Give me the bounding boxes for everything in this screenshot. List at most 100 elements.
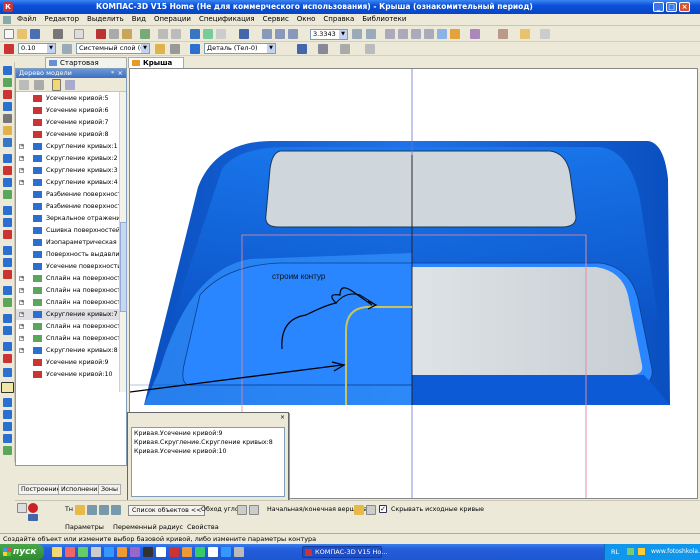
curve-on-surface-icon[interactable] — [3, 206, 12, 215]
projection-icon[interactable] — [3, 218, 12, 227]
tab-roof[interactable]: Крыша — [128, 57, 184, 68]
undo-icon[interactable] — [158, 29, 168, 39]
tree-structure-icon[interactable] — [52, 79, 61, 91]
polyline-icon[interactable] — [3, 190, 12, 199]
properties-icon[interactable] — [140, 29, 150, 39]
zoom-out-icon[interactable] — [288, 29, 298, 39]
expand-icon[interactable]: + — [19, 156, 24, 161]
tree-item[interactable]: Зеркальное отражение — [16, 213, 120, 224]
stop-icon[interactable] — [28, 503, 38, 513]
rotate-icon[interactable] — [366, 29, 376, 39]
zoom-window-icon[interactable] — [262, 29, 272, 39]
menu-help[interactable]: Справка — [319, 14, 358, 23]
maximize-button[interactable]: □ — [666, 2, 677, 12]
shaded-icon[interactable] — [437, 29, 447, 39]
tree-item[interactable]: + Скругление кривых:1 — [16, 141, 120, 152]
tray-icon-2[interactable] — [638, 548, 645, 555]
tree-item[interactable]: + Скругление кривых:7 — [16, 309, 120, 320]
perspective-icon[interactable] — [470, 29, 480, 39]
pan-icon[interactable] — [352, 29, 362, 39]
measure-tool-icon[interactable] — [3, 126, 12, 135]
quicklaunch-app-icon[interactable] — [65, 547, 75, 557]
select-mode-icon[interactable] — [75, 505, 85, 515]
expand-icon[interactable]: + — [19, 300, 24, 305]
filter-icon[interactable] — [498, 29, 508, 39]
tree-item[interactable]: Разбиение поверхности — [16, 201, 120, 212]
tree-item[interactable]: + Скругление кривых:3 — [16, 165, 120, 176]
menu-specification[interactable]: Спецификация — [195, 14, 259, 23]
pin-icon[interactable]: ᵠ — [111, 69, 114, 78]
list-item[interactable]: Кривая.Скругление.Скругление кривых:8 — [134, 439, 273, 446]
connect-icon[interactable] — [3, 354, 12, 363]
list-item[interactable]: Кривая.Усечение кривой:9 — [134, 430, 222, 437]
isoparametric-icon[interactable] — [3, 326, 12, 335]
spline-icon[interactable] — [3, 166, 12, 175]
minimize-button[interactable]: _ — [653, 2, 664, 12]
contour-icon[interactable] — [3, 368, 12, 377]
orientation-icon[interactable] — [297, 44, 307, 54]
extend-curve-icon[interactable] — [3, 270, 12, 279]
zoom-in-icon[interactable] — [275, 29, 285, 39]
shaded-edges-icon[interactable] — [450, 29, 460, 39]
tree-item[interactable]: + Сплайн на поверхности — [16, 297, 120, 308]
grid-icon[interactable] — [540, 29, 550, 39]
expand-icon[interactable]: + — [19, 288, 24, 293]
tree-item[interactable]: Усечение кривой:6 — [16, 105, 120, 116]
document-icon[interactable] — [3, 16, 11, 24]
helix-icon[interactable] — [3, 178, 12, 187]
tree-scrollbar[interactable] — [119, 92, 127, 392]
tab-properties[interactable]: Свойства — [177, 522, 219, 532]
tree-view-icon[interactable] — [19, 80, 29, 90]
color-icon[interactable] — [4, 44, 14, 54]
tree-item[interactable]: + Сплайн на поверхности — [16, 333, 120, 344]
intersection-icon[interactable] — [3, 230, 12, 239]
tree-item[interactable]: Изопараметрическая кр — [16, 237, 120, 248]
variables-icon[interactable] — [216, 29, 226, 39]
list-item[interactable]: Кривая.Усечение кривой:10 — [134, 448, 226, 455]
direction-icon[interactable] — [111, 505, 121, 515]
offset-curve-icon[interactable] — [3, 314, 12, 323]
roof-base-right[interactable] — [412, 375, 670, 405]
tab-variable-radius[interactable]: Переменный радиус — [103, 522, 183, 532]
object-list-button[interactable]: Список объектов << — [128, 505, 206, 516]
expand-icon[interactable]: + — [19, 180, 24, 185]
bridge-curve-icon[interactable] — [3, 342, 12, 351]
break-curve-icon[interactable] — [3, 286, 12, 295]
menu-service[interactable]: Сервис — [259, 14, 293, 23]
expand-icon[interactable]: + — [19, 168, 24, 173]
tree-item[interactable]: Сшивка поверхностей:3 — [16, 225, 120, 236]
tree-filter-icon[interactable] — [65, 80, 75, 90]
object-list-popup[interactable]: × Кривая.Усечение кривой:9 Кривая.Скругл… — [127, 412, 289, 502]
quicklaunch-app-icon-2[interactable] — [91, 547, 101, 557]
surfaces-tool-icon[interactable] — [3, 78, 12, 87]
tree-item[interactable]: Поверхность выдавлив — [16, 249, 120, 260]
print-icon[interactable] — [53, 29, 63, 39]
start-button[interactable]: пуск — [0, 544, 44, 560]
tree-item[interactable]: + Сплайн на поверхности — [16, 273, 120, 284]
surface-trim-icon[interactable] — [3, 410, 12, 419]
quicklaunch-app-icon-11[interactable] — [208, 547, 218, 557]
wireframe-icon[interactable] — [411, 29, 421, 39]
tree-item[interactable]: + Скругление кривых:8 — [16, 345, 120, 356]
quicklaunch-app-icon-9[interactable] — [182, 547, 192, 557]
tree-item[interactable]: Усечение кривой:5 — [16, 93, 120, 104]
detail-icon[interactable] — [190, 44, 200, 54]
filters-tool-icon[interactable] — [3, 138, 12, 147]
tray-icon[interactable] — [627, 548, 634, 555]
contour-active-icon[interactable] — [1, 382, 14, 393]
quicklaunch-app-icon-7[interactable] — [156, 547, 166, 557]
save-icon[interactable] — [30, 29, 40, 39]
preview-icon[interactable] — [74, 29, 84, 39]
surface-stitch-icon[interactable] — [3, 422, 12, 431]
tree-item[interactable]: Усечение кривой:7 — [16, 117, 120, 128]
menu-window[interactable]: Окно — [293, 14, 320, 23]
layer-icon[interactable] — [62, 44, 72, 54]
expand-icon[interactable]: + — [19, 324, 24, 329]
quicklaunch-app-icon-12[interactable] — [221, 547, 231, 557]
view-front-icon[interactable] — [385, 29, 395, 39]
manager-icon[interactable] — [190, 29, 200, 39]
hidden-lines-icon[interactable] — [424, 29, 434, 39]
menu-libraries[interactable]: Библиотеки — [358, 14, 410, 23]
tree-item[interactable]: Усечение кривой:8 — [16, 129, 120, 140]
quicklaunch-app-icon-8[interactable] — [169, 547, 179, 557]
